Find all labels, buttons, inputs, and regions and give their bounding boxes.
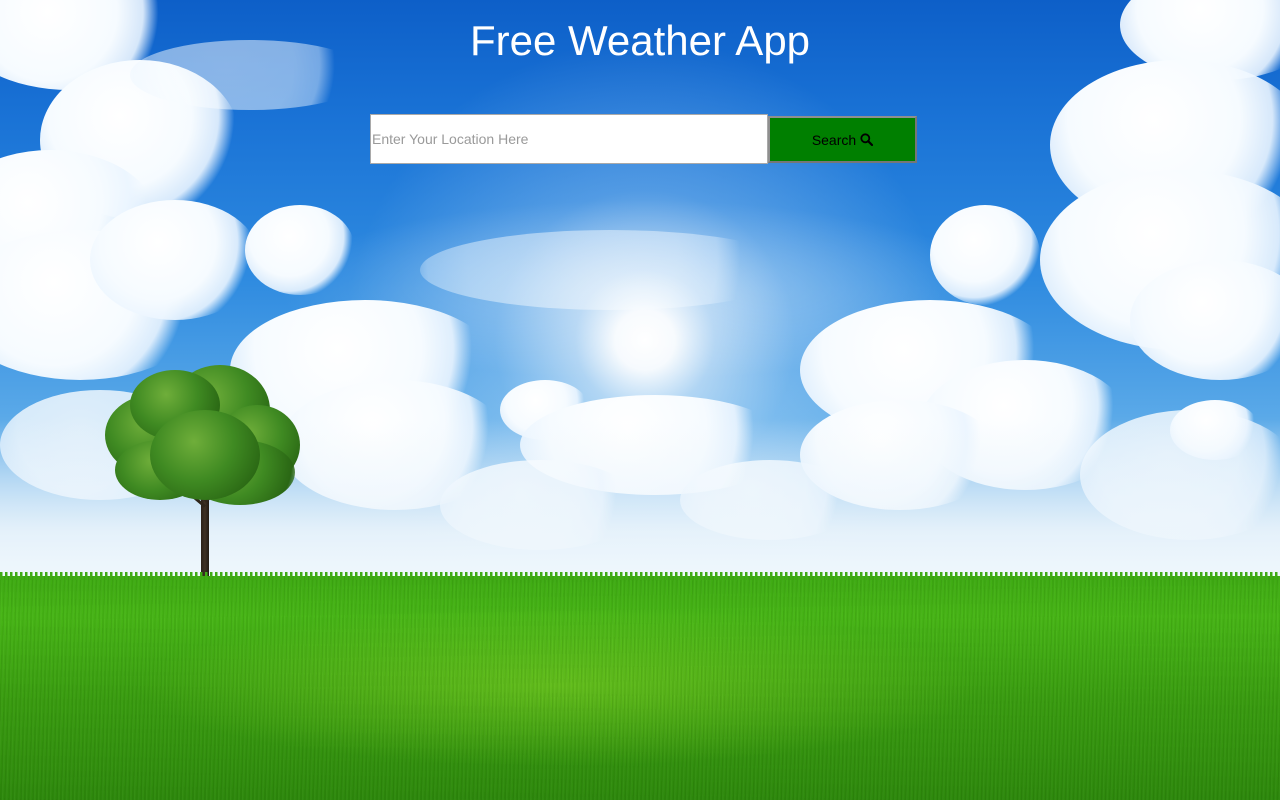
search-input[interactable] (370, 114, 768, 164)
cloud (245, 205, 355, 295)
cloud (930, 205, 1040, 305)
search-button-label: Search (811, 131, 857, 148)
cloud (90, 200, 260, 320)
search-form: Search (370, 114, 918, 164)
cloud (420, 230, 800, 310)
search-button[interactable]: Search (768, 116, 917, 163)
page-title: Free Weather App (469, 17, 811, 64)
grass-edge (0, 572, 1280, 580)
background-scene: Free Weather App Search (0, 0, 1280, 800)
grass-field (0, 576, 1280, 800)
tree-foliage (150, 410, 260, 500)
search-icon (860, 133, 874, 147)
